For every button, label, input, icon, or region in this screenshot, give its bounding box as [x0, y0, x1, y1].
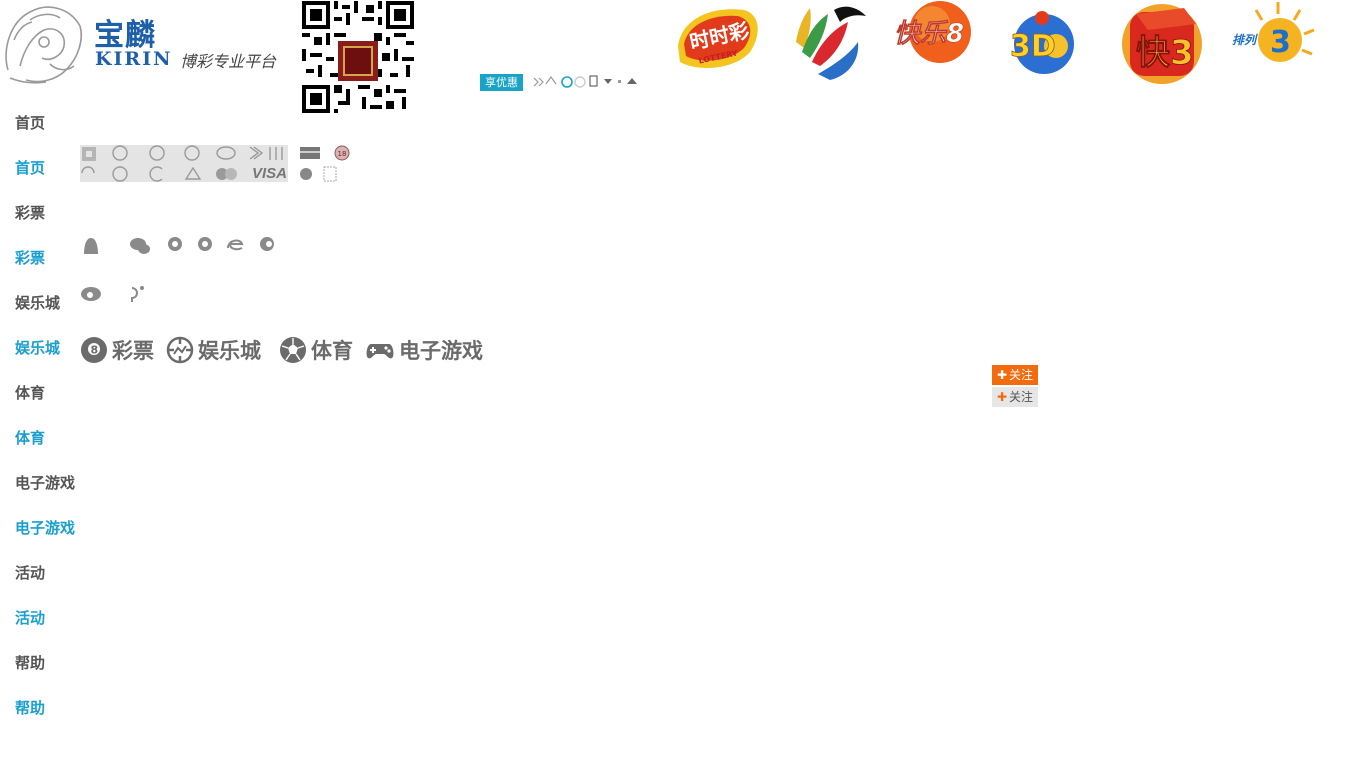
ceb-icon — [112, 166, 128, 182]
qq-icon — [84, 238, 98, 254]
dropdown-icon — [604, 79, 612, 84]
svg-text:8: 8 — [91, 344, 99, 357]
site-logo[interactable]: 宝麟 KIRIN 博彩专业平台 — [0, 0, 290, 86]
boc-icon — [184, 145, 200, 161]
toolbar-widgets — [533, 75, 637, 88]
nav-item-egames-hover[interactable]: 电子游戏 — [15, 518, 75, 563]
chip-icon — [166, 336, 194, 364]
ccb-icon — [149, 145, 165, 161]
cmb-icon — [216, 146, 236, 160]
nav-item-sports[interactable]: 体育 — [15, 383, 75, 428]
nav-item-promotions-hover[interactable]: 活动 — [15, 608, 75, 653]
certificate-icon — [323, 166, 337, 182]
nav-item-promotions[interactable]: 活动 — [15, 563, 75, 608]
nav-item-lottery[interactable]: 彩票 — [15, 203, 75, 248]
social-icons-row2 — [81, 286, 144, 302]
billiard-ball-icon: 8 — [81, 337, 107, 363]
pailie3-logo-icon[interactable]: 3 排列 — [1228, 0, 1322, 86]
radio-off-icon — [574, 76, 586, 88]
follow-button-alt[interactable]: ✚ 关注 — [992, 387, 1038, 407]
social-icons-row1 — [84, 237, 274, 254]
category-casino[interactable]: 娱乐城 — [166, 336, 261, 364]
svg-text:3: 3 — [1270, 25, 1291, 60]
kuaile8-logo-icon[interactable]: 快乐8 — [892, 0, 984, 86]
ribbon-logo-icon[interactable] — [788, 0, 868, 86]
payment-extra: 18 — [300, 145, 350, 182]
qr-code-icon — [302, 1, 414, 113]
promo-button[interactable]: 享优惠 — [480, 74, 523, 91]
nav-item-sports-hover[interactable]: 体育 — [15, 428, 75, 473]
brand-name-en: KIRIN — [95, 48, 173, 70]
cib-icon — [149, 166, 163, 182]
follow-label: 关注 — [1009, 368, 1034, 382]
follow-button[interactable]: ✚ 关注 — [992, 365, 1038, 385]
license-seal-icon — [300, 168, 312, 180]
svg-text:快乐8: 快乐8 — [894, 19, 964, 49]
forward-arrows-icon — [533, 77, 544, 87]
svg-text:排列: 排列 — [1232, 33, 1258, 47]
age-18-label: 18 — [338, 150, 347, 158]
3d-logo-icon[interactable]: 3D — [1004, 0, 1082, 86]
radio-on-icon — [561, 76, 573, 88]
nav-item-egames[interactable]: 电子游戏 — [15, 473, 75, 518]
caret-up-icon — [627, 78, 637, 84]
category-lottery-label: 彩票 — [112, 339, 154, 363]
nav-item-help[interactable]: 帮助 — [15, 653, 75, 698]
side-nav: 首页 首页 彩票 彩票 娱乐城 娱乐城 体育 体育 电子游戏 电子游戏 活动 活… — [15, 113, 75, 743]
kuai3-logo-icon[interactable]: 快3 — [1118, 0, 1206, 86]
category-sports-label: 体育 — [311, 339, 353, 363]
svg-text:快3: 快3 — [1136, 33, 1194, 73]
spdb-icon — [249, 146, 264, 160]
plus-icon: ✚ — [996, 368, 1008, 382]
nav-item-lottery-hover[interactable]: 彩票 — [15, 248, 75, 293]
nav-item-casino-hover[interactable]: 娱乐城 — [15, 338, 75, 383]
brand-tagline: 博彩专业平台 — [180, 52, 277, 71]
category-lottery[interactable]: 8 彩票 — [80, 336, 154, 364]
soccer-ball-icon — [280, 337, 306, 363]
visa-logo: VISA — [252, 165, 288, 182]
phone-icon — [589, 75, 598, 87]
abc-icon — [184, 166, 202, 180]
follow-label: 关注 — [1009, 390, 1034, 404]
tencent-weibo-icon — [131, 287, 138, 302]
nav-item-casino[interactable]: 娱乐城 — [15, 293, 75, 338]
nav-item-home[interactable]: 首页 — [15, 113, 75, 158]
icbc-icon — [112, 145, 128, 161]
lottery-logo-icon[interactable]: 时时彩 LOTTERY — [668, 0, 764, 86]
kirin-emblem-icon — [5, 6, 82, 84]
svg-text:3D: 3D — [1010, 29, 1056, 64]
plus-icon: ✚ — [996, 390, 1008, 404]
category-sports[interactable]: 体育 — [279, 336, 353, 364]
category-egames[interactable]: 电子游戏 — [365, 336, 483, 364]
ie-icon — [227, 239, 244, 251]
category-casino-label: 娱乐城 — [198, 339, 261, 363]
gamepad-icon — [366, 344, 394, 359]
category-egames-label: 电子游戏 — [399, 339, 483, 363]
citic-icon — [269, 147, 283, 160]
up-chevron-icon — [545, 75, 557, 85]
hxb-icon — [81, 166, 95, 174]
nav-item-help-hover[interactable]: 帮助 — [15, 698, 75, 743]
nav-item-home-hover[interactable]: 首页 — [15, 158, 75, 203]
